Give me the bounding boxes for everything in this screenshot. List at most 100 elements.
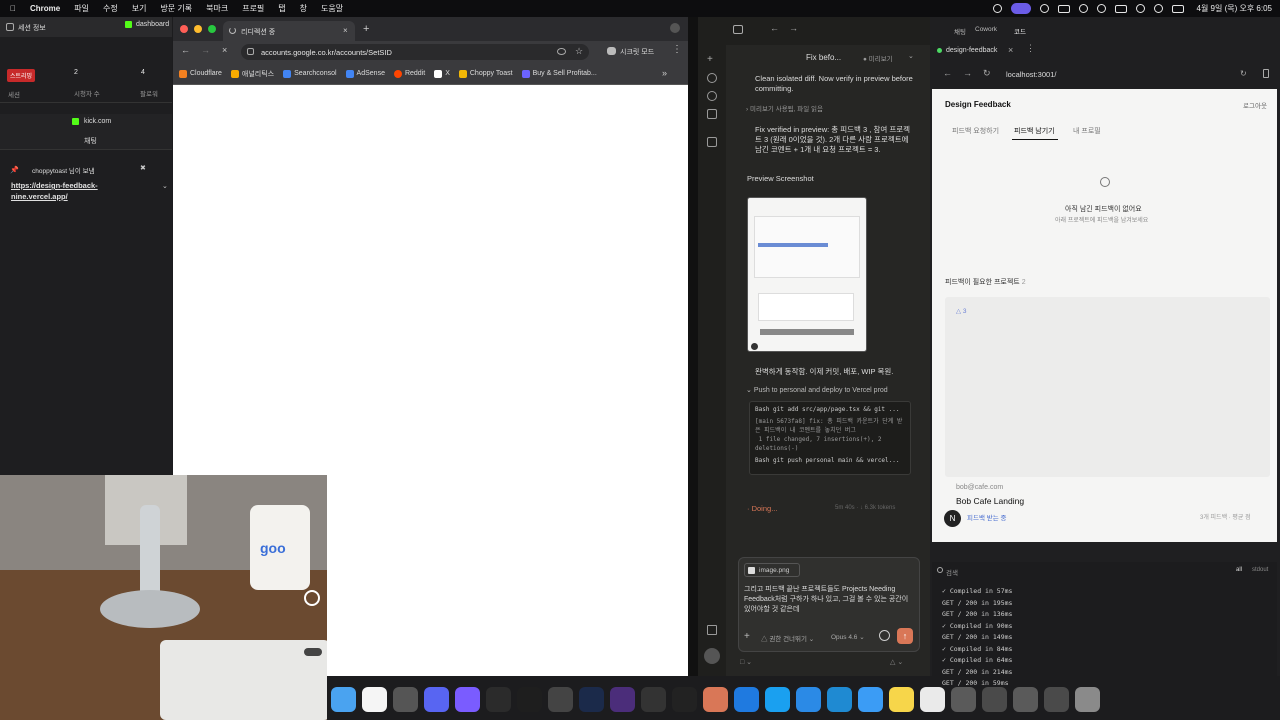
status-icon-1[interactable] (992, 4, 1002, 13)
claude-icon[interactable] (703, 686, 728, 712)
filter-stdout[interactable]: stdout (1252, 567, 1268, 573)
tab-list-icon[interactable] (670, 23, 680, 33)
figma-icon[interactable] (517, 686, 542, 712)
chat-input-box[interactable]: image.png 그리고 피드백 끝난 프로젝트들도 Projects Nee… (738, 557, 920, 652)
preview-back-icon[interactable]: ← (943, 68, 952, 78)
minimize-window-button[interactable] (194, 25, 202, 33)
chevron-down-icon[interactable]: ⌄ (908, 52, 914, 60)
notes-icon[interactable] (889, 686, 914, 712)
messenger-icon[interactable] (455, 686, 480, 712)
history-icon[interactable] (707, 91, 717, 101)
cube-icon[interactable] (548, 686, 573, 712)
apple-icon[interactable]:  (10, 4, 16, 13)
bash-block[interactable]: Bash git add src/app/page.tsx && git ...… (749, 401, 911, 475)
mode-tab-cowork[interactable]: Cowork (975, 26, 997, 33)
conversation-title[interactable]: Fix befo... (806, 53, 841, 62)
wifi-icon[interactable] (1135, 4, 1145, 13)
status-icon-4[interactable] (1078, 4, 1088, 13)
webcam-zoom-badge[interactable] (304, 648, 322, 656)
send-button[interactable]: ↑ (897, 628, 913, 644)
discord-icon[interactable] (424, 686, 449, 712)
bookmark-searchconsole[interactable]: Searchconsol (283, 69, 337, 78)
arc-icon[interactable] (641, 686, 666, 712)
terminal-icon[interactable] (672, 686, 697, 712)
preview-toggle[interactable]: ● 미리보기 (863, 53, 893, 63)
address-bar[interactable]: accounts.google.co.kr/accounts/SetSID ☆ (241, 44, 589, 60)
download-icon[interactable] (707, 625, 717, 635)
window-divider[interactable] (688, 17, 698, 676)
site-info-icon[interactable] (247, 48, 254, 55)
project-card-bob[interactable]: bob@cafe.com Bob Cafe Landing 피드백 받는 중 3… (945, 479, 1270, 539)
preview-tab[interactable]: design-feedback × (934, 45, 1030, 59)
secret-mode-label[interactable]: 시크릿 모드 (620, 47, 654, 57)
tab-request-feedback[interactable]: 피드백 요청하기 (952, 126, 999, 136)
footer-right-icon[interactable]: △ ⌄ (890, 658, 903, 666)
affinity-icon[interactable] (579, 686, 604, 712)
pinned-close-icon[interactable]: ✖ (140, 164, 146, 172)
tool-summary[interactable]: › 미리보기 사용됨, 파일 읽음 (746, 105, 916, 115)
close-window-button[interactable] (180, 25, 188, 33)
bookmark-buy-sell[interactable]: Buy & Sell Profitab... (521, 69, 597, 78)
menu-item-window[interactable]: 창 (300, 3, 307, 14)
terminal-search[interactable]: 검색 (946, 567, 958, 577)
filter-all[interactable]: all (1236, 567, 1242, 573)
forward-icon[interactable]: → (201, 45, 210, 55)
zoom-window-button[interactable] (208, 25, 216, 33)
archive-icon[interactable] (707, 137, 717, 147)
footer-left-icon[interactable]: □ ⌄ (740, 658, 752, 666)
stop-icon[interactable]: × (222, 45, 227, 55)
bookmark-choppy-toast[interactable]: Choppy Toast (458, 69, 513, 78)
files-icon[interactable] (796, 686, 821, 712)
tab-my-profile[interactable]: 내 프로필 (1073, 126, 1101, 136)
doc-icon[interactable] (1013, 686, 1038, 712)
permission-toggle[interactable]: △ 권한 건너뛰기 ⌄ (761, 633, 814, 643)
back-icon[interactable]: ← (181, 45, 190, 55)
preview-screenshot-image[interactable] (747, 197, 867, 352)
eye-off-icon[interactable] (557, 48, 566, 55)
sidebar-toggle-icon[interactable] (733, 25, 743, 34)
voice-icon[interactable] (879, 630, 890, 641)
preview-address[interactable]: localhost:3001/ (1006, 70, 1056, 79)
bookmark-cloudflare[interactable]: Cloudflare (179, 69, 222, 78)
user-avatar[interactable] (704, 648, 720, 664)
star-icon[interactable]: ☆ (575, 46, 583, 57)
mode-tab-chat[interactable]: 채팅 (954, 26, 966, 36)
bookmark-reddit[interactable]: Reddit (393, 69, 425, 78)
user-avatar[interactable]: N (944, 510, 961, 527)
menu-item-tab[interactable]: 탭 (278, 3, 285, 14)
trash-icon[interactable] (1075, 686, 1100, 712)
windows-icon[interactable] (982, 686, 1007, 712)
chat-input-text[interactable]: 그리고 피드백 끝난 프로젝트들도 Projects Needing Feedb… (744, 585, 916, 615)
preview-open-icon[interactable]: ↻ (1240, 69, 1247, 78)
new-chat-icon[interactable]: + (707, 55, 717, 65)
projects-icon[interactable] (707, 109, 717, 119)
menu-item-file[interactable]: 파일 (74, 3, 89, 14)
search-icon[interactable] (1153, 4, 1163, 13)
menu-item-edit[interactable]: 수정 (103, 3, 118, 14)
push-step[interactable]: ⌄ Push to personal and deploy to Vercel … (746, 386, 921, 396)
logout-button[interactable]: 로그아웃 (1243, 100, 1267, 110)
control-center-icon[interactable] (1171, 4, 1184, 13)
attachment-chip[interactable]: image.png (744, 563, 800, 577)
status-pill-icon[interactable] (1010, 3, 1031, 14)
calculator-icon[interactable] (393, 686, 418, 712)
url-text[interactable]: accounts.google.co.kr/accounts/SetSID (261, 48, 392, 57)
pinned-link[interactable]: https://design-feedback-nine.vercel.app/ (11, 180, 121, 202)
screen-icon[interactable] (951, 686, 976, 712)
mail-icon[interactable] (858, 686, 883, 712)
new-tab-icon[interactable]: + (363, 23, 369, 35)
menu-item-view[interactable]: 보기 (132, 3, 147, 14)
dark-mode-icon[interactable] (1096, 4, 1106, 13)
chrome-menu-icon[interactable]: ⋮ (672, 44, 682, 55)
menu-item-bookmarks[interactable]: 북마크 (206, 3, 228, 14)
preview-menu-icon[interactable]: ⋮ (1026, 43, 1035, 54)
terminal-search-icon[interactable] (937, 567, 943, 573)
bookmark-x[interactable]: X (434, 69, 450, 78)
openai-icon[interactable] (920, 686, 945, 712)
back-icon[interactable]: ← (770, 23, 779, 33)
chevron-down-icon[interactable]: ⌄ (162, 182, 168, 190)
finder-icon[interactable] (331, 686, 356, 712)
battery-icon[interactable] (1114, 4, 1127, 13)
vscode-icon[interactable] (827, 686, 852, 712)
preview-tab-close-icon[interactable]: × (1008, 45, 1013, 55)
